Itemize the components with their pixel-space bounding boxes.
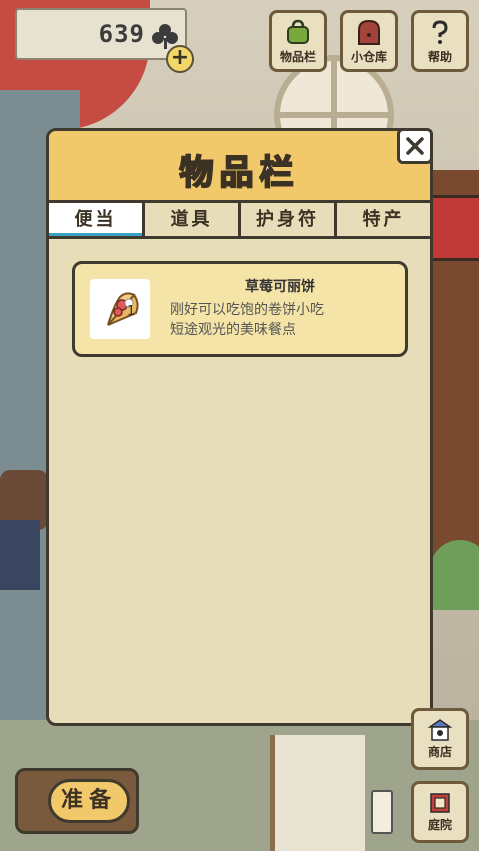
list-item[interactable]: 1 草莓可丽饼 刚好可以吃饱的卷饼小吃 短途观光的美味餐点 <box>72 261 408 357</box>
prepare-button-label: 准备 <box>48 779 130 823</box>
item-description: 刚好可以吃饱的卷饼小吃 短途观光的美味餐点 <box>170 300 400 340</box>
garden-icon <box>430 793 450 813</box>
item-thumbnail <box>90 279 150 339</box>
inventory-button-label: 物品栏 <box>279 50 316 64</box>
shop-button-label: 商店 <box>427 745 452 759</box>
crepe-icon <box>107 292 139 326</box>
close-button[interactable] <box>397 128 433 164</box>
tab-specialties[interactable]: 特产 <box>337 203 430 236</box>
shop-icon <box>427 719 453 741</box>
storage-icon <box>358 19 380 45</box>
item-name: 草莓可丽饼 <box>245 279 315 295</box>
drum <box>0 520 40 590</box>
modal-title: 物品栏 <box>179 152 300 194</box>
garden-button-label: 庭院 <box>427 818 452 832</box>
bag-icon <box>287 19 309 44</box>
item-count: 1 <box>127 304 136 319</box>
storage-button-label: 小仓库 <box>350 50 387 64</box>
item-description-line-1: 刚好可以吃饱的卷饼小吃 <box>170 302 324 318</box>
close-icon <box>406 137 424 155</box>
add-clover-button[interactable]: + <box>166 45 194 73</box>
help-button-label: 帮助 <box>427 50 452 64</box>
help-icon <box>432 20 448 44</box>
tab-bento[interactable]: 便当 <box>49 203 142 236</box>
tab-charms[interactable]: 护身符 <box>241 203 334 236</box>
clover-counter: 639 <box>15 8 187 60</box>
folding-screen <box>270 735 365 851</box>
storage-button[interactable]: 小仓库 <box>340 10 398 72</box>
inventory-modal: 物品栏 便当 道具 护身符 特产 1 草莓可丽饼 刚好可以吃饱的卷饼小吃 短途观… <box>46 128 433 726</box>
inventory-tabs: 便当 道具 护身符 特产 <box>49 203 430 239</box>
inventory-button[interactable]: 物品栏 <box>269 10 327 72</box>
shop-button[interactable]: 商店 <box>411 708 469 770</box>
item-description-line-2: 短途观光的美味餐点 <box>170 322 296 338</box>
help-button[interactable]: 帮助 <box>411 10 469 72</box>
prepare-button[interactable]: 准备 <box>15 768 139 834</box>
clover-count: 639 <box>98 20 145 48</box>
tab-tools[interactable]: 道具 <box>145 203 238 236</box>
candle <box>371 790 393 834</box>
red-box <box>425 195 479 261</box>
plant <box>430 540 479 610</box>
garden-button[interactable]: 庭院 <box>411 781 469 843</box>
modal-header: 物品栏 <box>49 131 430 203</box>
